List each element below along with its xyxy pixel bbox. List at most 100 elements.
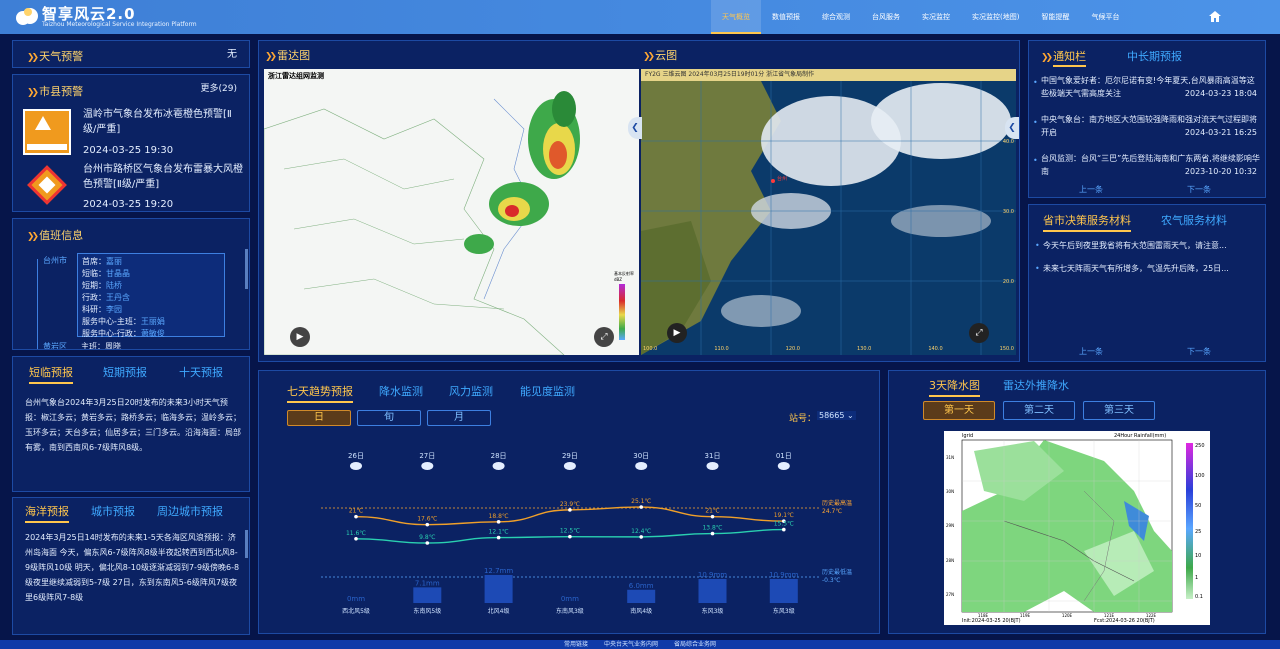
prev-image-icon[interactable]: ❮ xyxy=(628,117,642,139)
day-three-button[interactable]: 第三天 xyxy=(1083,401,1155,420)
fullscreen-icon[interactable]: ⤢ xyxy=(594,327,614,347)
nav-item-typhoon[interactable]: 台风服务 xyxy=(861,0,911,34)
temp-label: 12.1℃ xyxy=(489,529,509,536)
rain-legend-4: 25 xyxy=(1195,529,1202,535)
scrollbar[interactable] xyxy=(245,249,248,289)
chevron-icon: ❯❯ xyxy=(27,232,39,242)
nav-item-weather-overview[interactable]: 天气概览 xyxy=(711,0,761,34)
bullet-icon: • xyxy=(1035,264,1040,273)
tab-wind[interactable]: 风力监测 xyxy=(449,383,493,399)
next-button[interactable]: 下一条 xyxy=(1187,344,1211,359)
station-label: 站号： xyxy=(789,414,817,424)
tab-ten-day[interactable]: 十天预报 xyxy=(179,364,223,380)
scrollbar[interactable] xyxy=(245,530,248,558)
cloud-caption: FY2G 三维云图 2024年03月25日19时01分 浙江省气象局制作 xyxy=(641,69,1016,81)
more-link[interactable]: 更多(29) xyxy=(201,82,237,97)
tab-radar-extrapolation[interactable]: 雷达外推降水 xyxy=(1003,377,1069,393)
county-warning-text-2[interactable]: 台州市路桥区气象台发布雷暴大风橙色预警[Ⅱ级/严重] xyxy=(83,162,245,192)
period-month-button[interactable]: 月 xyxy=(427,410,491,426)
tab-visibility[interactable]: 能见度监测 xyxy=(520,383,575,399)
period-decade-button[interactable]: 旬 xyxy=(357,410,421,426)
chevron-icon: ❯❯ xyxy=(27,88,39,98)
temp-label: 13.8℃ xyxy=(702,525,722,532)
prev-button[interactable]: 上一条 xyxy=(1079,182,1103,197)
footer-link-cma[interactable]: 中央台天气业务内网 xyxy=(604,640,658,649)
day-two-button[interactable]: 第二天 xyxy=(1003,401,1075,420)
rain-fcst-time: Fcst:2024-03-26 20(BJT) xyxy=(1094,618,1155,624)
temp-label: 18.8℃ xyxy=(489,513,509,520)
tab-long-range[interactable]: 中长期预报 xyxy=(1127,48,1182,64)
rain-label: 7.1mm xyxy=(415,579,440,587)
nav-item-alert[interactable]: 智能提醒 xyxy=(1030,0,1080,34)
cloud-icon xyxy=(492,462,505,470)
county-warning-text-1[interactable]: 温岭市气象台发布冰雹橙色预警[Ⅱ级/严重] xyxy=(83,107,245,137)
nav-item-climate[interactable]: 气候平台 xyxy=(1080,0,1130,34)
cloud-icon xyxy=(563,462,576,470)
tab-notice[interactable]: 通知栏 xyxy=(1053,50,1087,67)
temp-point xyxy=(710,514,715,519)
nav-item-monitor[interactable]: 实况监控 xyxy=(911,0,961,34)
ref-high-label: 历史最高温 xyxy=(822,499,852,507)
temp-point xyxy=(639,505,643,509)
radar-title: 雷达图 xyxy=(277,49,311,62)
temp-label: 17.6℃ xyxy=(417,516,437,523)
wind-label: 西北风5级 xyxy=(342,607,370,615)
nav-item-observation[interactable]: 综合观测 xyxy=(811,0,861,34)
warning-title: 天气预警 xyxy=(39,50,84,63)
temp-point xyxy=(782,527,786,532)
wind-label: 东南风3级 xyxy=(556,607,584,615)
rain-legend-2: 100 xyxy=(1195,473,1205,479)
marine-forecast-text: 2024年3月25日14时发布的未来1-5天各海区风浪预报：济州岛海面 今天，偏… xyxy=(25,533,240,602)
cloud-map-svg xyxy=(641,81,1016,355)
tab-seven-day[interactable]: 七天趋势预报 xyxy=(287,383,353,403)
period-day-button[interactable]: 日 xyxy=(287,410,351,426)
next-image-icon[interactable]: ❮ xyxy=(1005,117,1019,139)
play-icon[interactable]: ▶ xyxy=(290,327,310,347)
wind-label: 东南风5级 xyxy=(413,607,441,615)
temp-label: 23.9℃ xyxy=(560,501,580,508)
cloud-lat-label-2: 30.0 xyxy=(1002,209,1014,215)
rainfall-map[interactable]: lgrid 24Hour Rainfall(mm) 250 100 50 25 … xyxy=(944,431,1210,625)
cloud-title: 云图 xyxy=(655,49,678,62)
tab-nearby-city[interactable]: 周边城市预报 xyxy=(157,503,223,519)
tab-nowcast[interactable]: 短临预报 xyxy=(29,364,73,384)
cloud-image[interactable]: FY2G 三维云图 2024年03月25日19时01分 浙江省气象局制作 台州 … xyxy=(641,69,1016,355)
tab-city[interactable]: 城市预报 xyxy=(91,503,135,519)
day-one-button[interactable]: 第一天 xyxy=(923,401,995,420)
rain-lat-labels: 31N 30N 29N 28N 27N xyxy=(946,454,955,598)
radar-map-svg xyxy=(264,91,625,355)
decision-item-1[interactable]: 今天午后到夜里我省将有大范围雷雨天气，请注意... xyxy=(1043,238,1263,253)
footer: 常用链接 中央台天气业务内网 省局综合业务网 xyxy=(0,640,1280,649)
tab-agri[interactable]: 农气服务材料 xyxy=(1161,212,1227,228)
fullscreen-icon[interactable]: ⤢ xyxy=(969,323,989,343)
tab-three-day-rain[interactable]: 3天降水图 xyxy=(929,377,980,397)
nav-item-monitor-map[interactable]: 实况监控(地图) xyxy=(961,0,1030,34)
tab-precip[interactable]: 降水监测 xyxy=(379,383,423,399)
wind-label: 北风4级 xyxy=(488,607,510,615)
rain-bar xyxy=(769,578,798,603)
footer-link-common[interactable]: 常用链接 xyxy=(564,640,588,649)
duty-org: 台州市 xyxy=(43,256,67,265)
chevron-icon: ❯❯ xyxy=(643,52,655,62)
home-icon[interactable] xyxy=(1209,11,1221,22)
nav-item-numerical[interactable]: 数值预报 xyxy=(761,0,811,34)
next-button[interactable]: 下一条 xyxy=(1187,182,1211,197)
decision-item-2[interactable]: 未来七天阵雨天气有所增多，气温先升后降，25日... xyxy=(1043,261,1263,276)
wind-label: 南风4级 xyxy=(630,607,652,615)
app-subtitle: Taizhou Meteorological Service Integrati… xyxy=(42,21,197,28)
tab-short-range[interactable]: 短期预报 xyxy=(103,364,147,380)
footer-link-province[interactable]: 省局综合业务网 xyxy=(674,640,716,649)
short-forecast-text: 台州气象台2024年3月25日20时发布的未来3小时天气预报：椒江多云；黄岩多云… xyxy=(25,398,241,452)
station-select[interactable]: 58665 ⌄ xyxy=(817,411,856,420)
play-icon[interactable]: ▶ xyxy=(667,323,687,343)
radar-image[interactable]: 浙江雷达组网监测 基本反射率 dBZ ▶ ⤢ xyxy=(264,69,639,355)
tab-decision[interactable]: 省市决策服务材料 xyxy=(1043,212,1131,232)
prev-button[interactable]: 上一条 xyxy=(1079,344,1103,359)
cloud-icon xyxy=(706,462,719,470)
temp-point xyxy=(568,508,572,512)
tab-marine[interactable]: 海洋预报 xyxy=(25,503,69,523)
day-label: 27日 xyxy=(419,452,435,460)
rain-label: 10.9mm xyxy=(698,571,727,579)
rain-bar xyxy=(484,575,513,603)
temp-label: 9.8℃ xyxy=(419,534,436,541)
